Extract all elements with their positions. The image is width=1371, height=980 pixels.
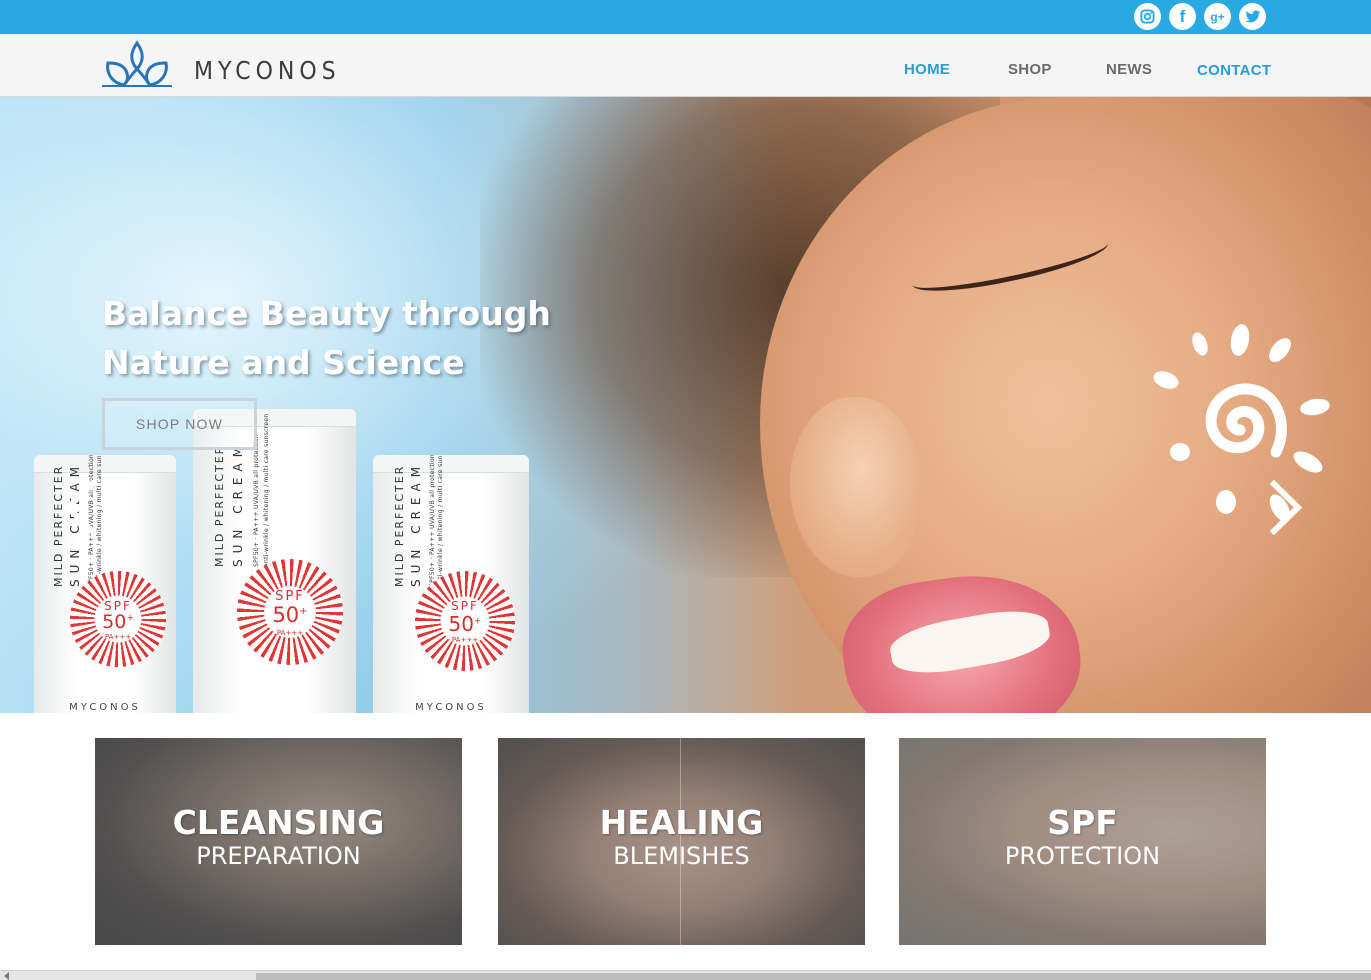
instagram-icon[interactable] — [1134, 3, 1161, 30]
spf-plus: + — [126, 613, 134, 624]
horizontal-scrollbar[interactable] — [0, 970, 1371, 980]
spf-number: 50 — [448, 612, 474, 636]
spf-value: 50+ — [415, 612, 515, 636]
spf-number: 50 — [272, 603, 300, 627]
chevron-left-icon[interactable] — [60, 480, 100, 535]
spf-pa: PA+++ — [276, 629, 304, 637]
spf-pa: PA+++ — [104, 633, 132, 641]
shop-now-button[interactable]: SHOP NOW — [102, 398, 257, 450]
product-tube[interactable]: MILD PERFECTER SUN CREAM SPF50+ · PA+++ … — [193, 409, 356, 713]
scrollbar-thumb[interactable] — [256, 973, 1371, 980]
twitter-icon[interactable] — [1239, 3, 1266, 30]
spf-number: 50 — [102, 611, 127, 633]
google-plus-icon[interactable]: g+ — [1204, 3, 1231, 30]
spf-label: SPF — [275, 589, 305, 604]
tube-product-sub: SUN CREAM — [231, 440, 245, 567]
tube-product-name: MILD PERFECTER — [213, 444, 226, 567]
card-healing[interactable]: HEALING BLEMISHES — [498, 738, 865, 945]
card-title: SPF — [1047, 803, 1118, 842]
spf-plus: + — [299, 606, 308, 617]
facebook-icon[interactable]: f — [1169, 3, 1196, 30]
card-subtitle: BLEMISHES — [613, 842, 750, 870]
facebook-glyph: f — [1179, 7, 1186, 26]
brand-name[interactable]: MYCONOS — [194, 57, 341, 86]
product-tube[interactable]: MILD PERFECTER SUN CREAM SPF50+ · PA+++ … — [34, 455, 176, 713]
nav-home[interactable]: HOME — [904, 61, 950, 78]
site-header: MYCONOS HOME SHOP NEWS CONTACT — [0, 34, 1371, 97]
spf-value: 50+ — [237, 603, 343, 627]
tube-brand: MYCONOS — [415, 702, 487, 713]
tube-product-line1: SPF50+ · PA+++ UVA/UVB all protection — [253, 433, 260, 567]
top-social-bar: f g+ — [0, 0, 1371, 34]
tube-product-name: MILD PERFECTER — [393, 464, 406, 587]
hero-slider: MILD PERFECTER SUN CREAM SPF50+ · PA+++ … — [0, 97, 1371, 713]
card-cleansing[interactable]: CLEANSING PREPARATION — [95, 738, 462, 945]
hero-headline: Balance Beauty through Nature and Scienc… — [102, 289, 572, 387]
tube-product-line2: anti-wrinkle / whitening / multi care su… — [437, 455, 444, 587]
spf-value: 50+ — [70, 611, 166, 633]
nav-contact[interactable]: CONTACT — [1197, 62, 1271, 79]
spf-plus: + — [473, 616, 482, 627]
nav-shop[interactable]: SHOP — [1008, 61, 1052, 78]
spf-badge: SPF 50+ PA+++ — [70, 571, 166, 667]
google-plus-glyph: g+ — [1210, 9, 1225, 24]
spf-pa: PA+++ — [451, 636, 479, 644]
tube-brand: MYCONOS — [69, 702, 141, 713]
spf-badge: SPF 50+ PA+++ — [415, 571, 515, 671]
chevron-right-icon[interactable] — [1266, 480, 1306, 535]
lotus-icon[interactable] — [100, 39, 174, 89]
tube-product-line1: SPF50+ · PA+++ UVA/UVB all protection — [429, 455, 436, 587]
card-title: CLEANSING — [172, 803, 385, 842]
card-spf[interactable]: SPF PROTECTION — [899, 738, 1266, 945]
hero-headline-line1: Balance Beauty through — [102, 294, 551, 333]
product-tube[interactable]: MILD PERFECTER SUN CREAM SPF50+ · PA+++ … — [373, 455, 529, 713]
tube-product-line2: anti-wrinkle / whitening / multi care su… — [263, 413, 270, 567]
spf-badge: SPF 50+ PA+++ — [237, 559, 343, 665]
sunscreen-sun-icon — [1153, 324, 1330, 522]
hero-headline-line2: Nature and Science — [102, 343, 465, 382]
scroll-left-icon[interactable] — [4, 972, 9, 980]
spf-label: SPF — [451, 599, 479, 613]
card-subtitle: PROTECTION — [1004, 842, 1161, 870]
hero-nose — [790, 397, 920, 577]
card-title: HEALING — [599, 803, 764, 842]
tube-product-sub: SUN CREAM — [409, 460, 423, 587]
card-subtitle: PREPARATION — [196, 842, 361, 870]
nav-news[interactable]: NEWS — [1106, 61, 1152, 78]
